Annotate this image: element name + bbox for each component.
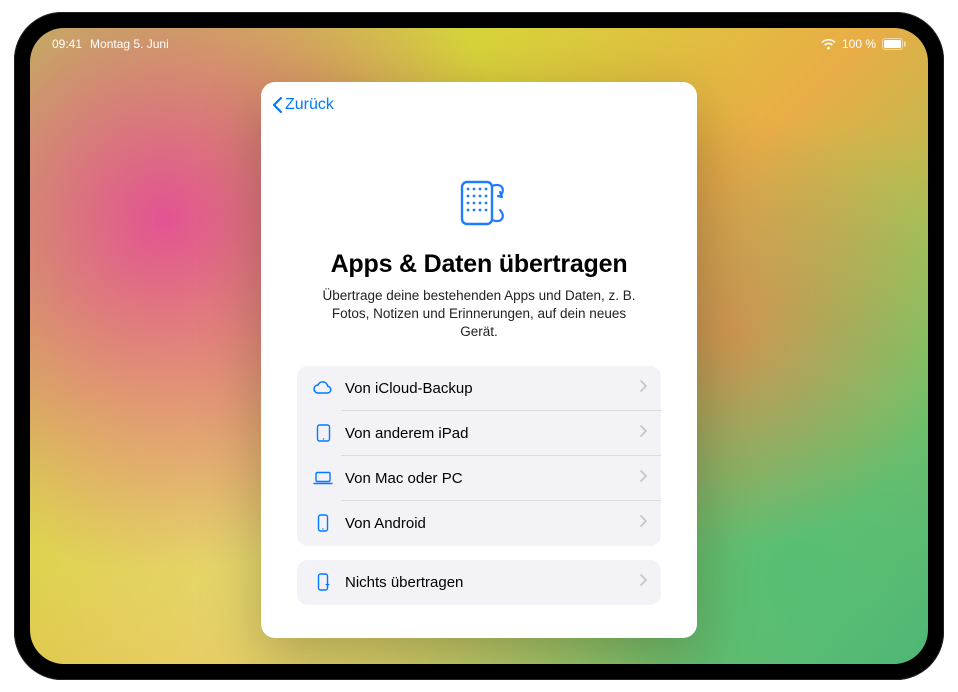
chevron-right-icon — [640, 573, 647, 591]
modal-title: Apps & Daten übertragen — [261, 250, 697, 279]
status-time: 09:41 — [52, 37, 82, 51]
chevron-left-icon — [271, 96, 283, 114]
back-button[interactable]: Zurück — [261, 96, 334, 114]
phone-sparkle-icon — [311, 573, 335, 591]
ipad-icon — [311, 424, 335, 442]
back-label: Zurück — [285, 96, 334, 114]
status-date: Montag 5. Juni — [90, 37, 169, 51]
chevron-right-icon — [640, 424, 647, 442]
status-left: 09:41 Montag 5. Juni — [52, 37, 169, 51]
cloud-icon — [311, 381, 335, 395]
option-label: Von Mac oder PC — [345, 470, 640, 487]
ipad-screen: 09:41 Montag 5. Juni 100 % — [30, 28, 928, 664]
laptop-icon — [311, 471, 335, 485]
option-label: Nichts übertragen — [345, 574, 640, 591]
ipad-frame: 09:41 Montag 5. Juni 100 % — [14, 12, 944, 680]
option-nothing[interactable]: Nichts übertragen — [297, 560, 661, 605]
modal-subtitle: Übertrage deine bestehenden Apps und Dat… — [261, 287, 697, 342]
wifi-icon — [821, 39, 836, 50]
option-other-ipad[interactable]: Von anderem iPad — [297, 411, 661, 456]
option-icloud-backup[interactable]: Von iCloud-Backup — [297, 366, 661, 411]
chevron-right-icon — [640, 469, 647, 487]
option-android[interactable]: Von Android — [297, 501, 661, 546]
status-bar: 09:41 Montag 5. Juni 100 % — [30, 34, 928, 54]
option-label: Von anderem iPad — [345, 425, 640, 442]
status-battery-text: 100 % — [842, 37, 876, 51]
status-right: 100 % — [821, 37, 906, 51]
transfer-hero-icon — [261, 172, 697, 236]
chevron-right-icon — [640, 514, 647, 532]
chevron-right-icon — [640, 379, 647, 397]
phone-icon — [311, 514, 335, 532]
secondary-option-list: Nichts übertragen — [297, 560, 661, 605]
transfer-modal: Zurück Apps & Daten übertragen — [261, 82, 697, 638]
option-mac-pc[interactable]: Von Mac oder PC — [297, 456, 661, 501]
option-label: Von iCloud-Backup — [345, 380, 640, 397]
transfer-options-list: Von iCloud-Backup Von anderem iPad — [297, 366, 661, 546]
battery-icon — [882, 38, 906, 50]
option-label: Von Android — [345, 515, 640, 532]
